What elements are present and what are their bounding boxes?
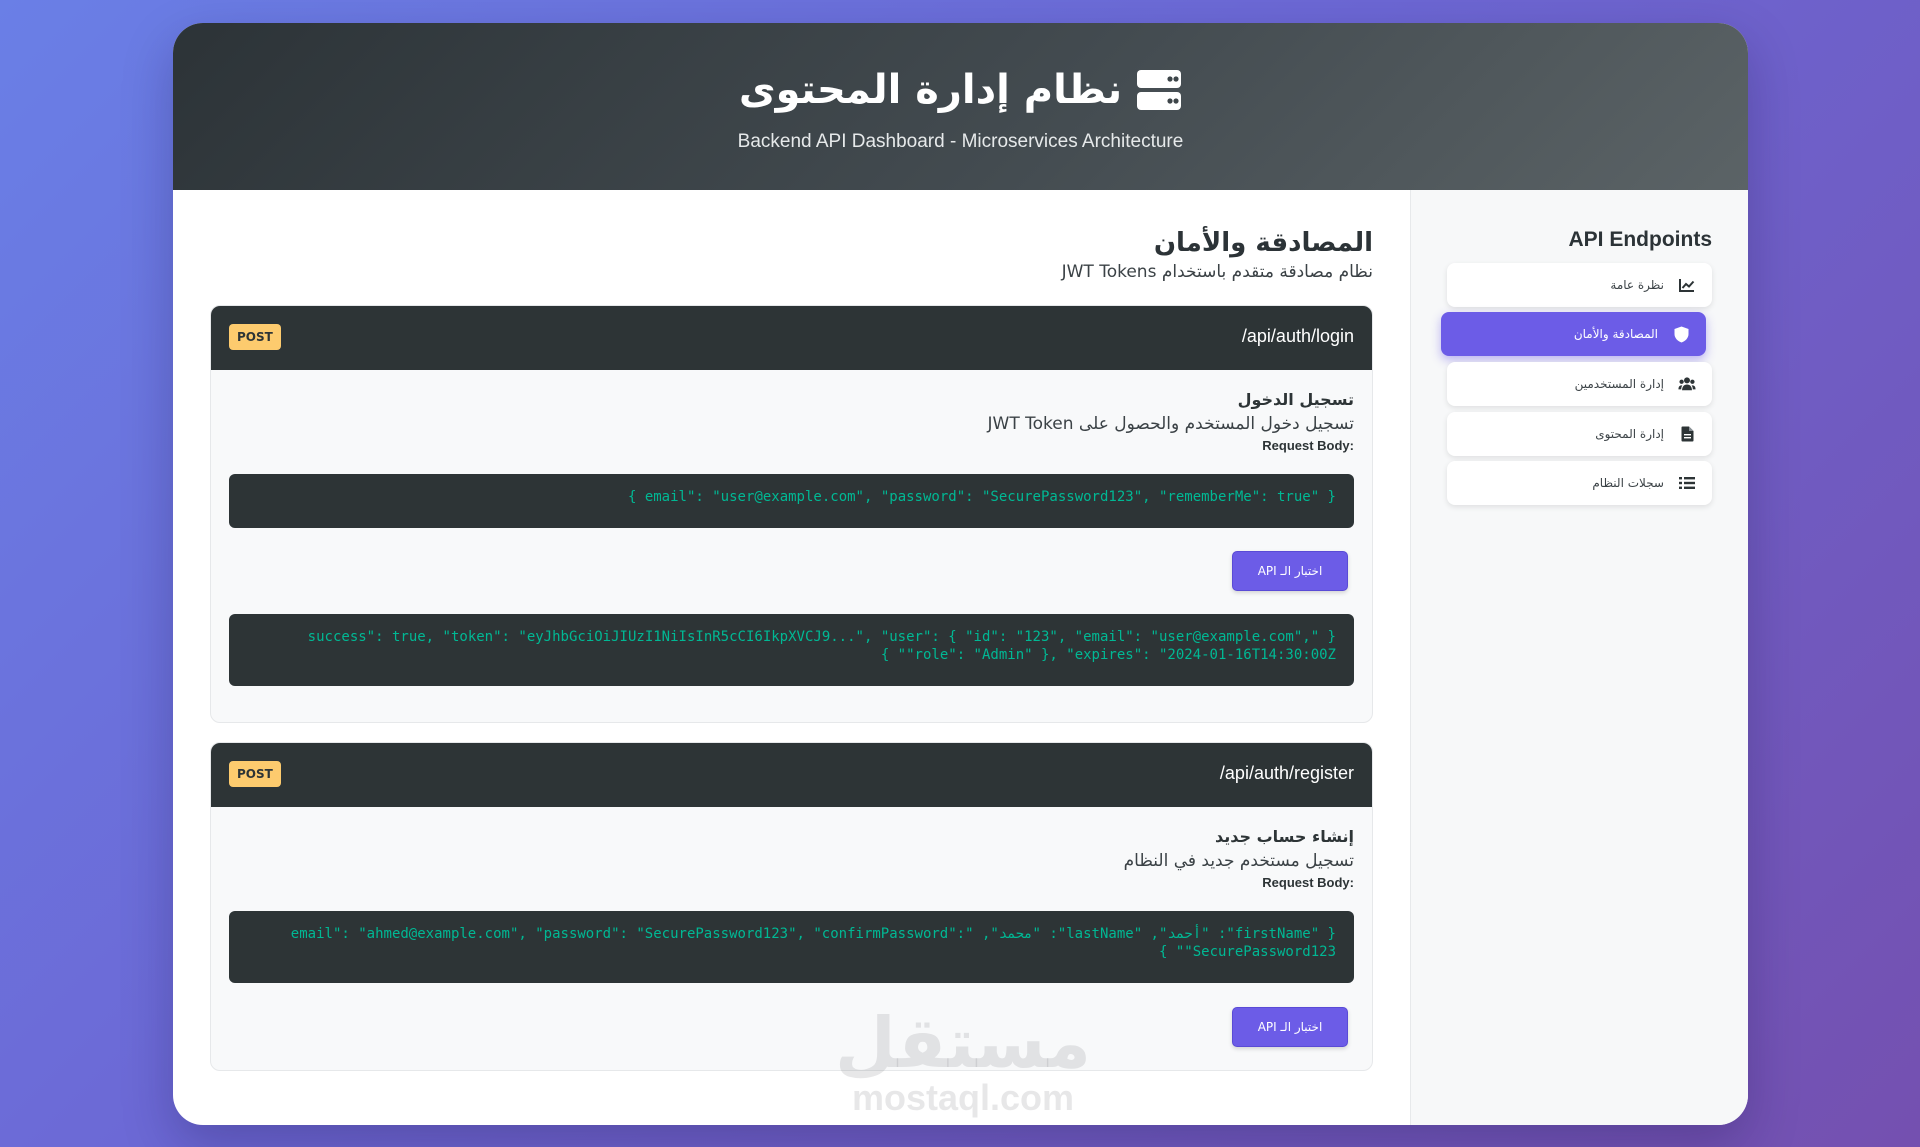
sidebar-item-content-management[interactable]: إدارة المحتوى [1447,412,1712,456]
sidebar-item-system-logs[interactable]: سجلات النظام [1447,461,1712,505]
header-title-row: نظام إدارة المحتوى [173,67,1748,113]
sidebar-item-label: نظرة عامة [1610,278,1664,292]
test-api-button[interactable]: اختبار الـ API [1232,551,1348,591]
endpoint-path: /api/auth/login [1241,326,1354,346]
main-content: المصادقة والأمان نظام مصادقة متقدم باستخ… [210,190,1373,1125]
endpoint-card-login: POST /api/auth/login تسجيل الدخول تسجيل … [210,305,1373,723]
sidebar-item-label: إدارة المحتوى [1595,427,1664,441]
endpoint-name: إنشاء حساب جديد [1214,827,1354,846]
body-area: API Endpoints نظرة عامة المصادقة والأمان… [173,190,1748,1125]
endpoint-description: تسجيل دخول المستخدم والحصول على JWT Toke… [987,414,1354,434]
sidebar-item-label: المصادقة والأمان [1573,327,1658,341]
method-badge: POST [229,761,281,787]
endpoint-path: /api/auth/register [1219,763,1354,783]
file-icon [1678,425,1696,443]
sidebar-item-user-management[interactable]: إدارة المستخدمين [1447,362,1712,406]
response-body-code: { "success": true, "token": "eyJhbGciOiJ… [229,614,1354,686]
sidebar-item-label: سجلات النظام [1592,476,1664,490]
sidebar-item-auth-security[interactable]: المصادقة والأمان [1441,312,1706,356]
shield-icon [1672,325,1690,343]
endpoint-card-register: POST /api/auth/register إنشاء حساب جديد … [210,742,1373,1071]
test-api-button[interactable]: اختبار الـ API [1232,1007,1348,1047]
endpoint-header: POST /api/auth/register [211,743,1372,807]
method-badge: POST [229,324,281,350]
request-body-label: Request Body: [1262,875,1354,890]
server-icon [1137,70,1182,110]
chart-line-icon [1678,276,1696,294]
sidebar: API Endpoints نظرة عامة المصادقة والأمان… [1410,190,1748,1125]
endpoint-name: تسجيل الدخول [1237,390,1354,409]
section-subtitle: نظام مصادقة متقدم باستخدام JWT Tokens [1061,262,1373,282]
dashboard-card: نظام إدارة المحتوى Backend API Dashboard… [173,23,1748,1125]
request-body-label: Request Body: [1262,438,1354,453]
list-icon [1678,474,1696,492]
page-title: نظام إدارة المحتوى [738,67,1123,113]
request-body-code: { "email": "user@example.com", "password… [229,474,1354,528]
page-header: نظام إدارة المحتوى Backend API Dashboard… [173,23,1748,190]
endpoint-description: تسجيل مستخدم جديد في النظام [1123,851,1354,871]
page-subtitle: Backend API Dashboard - Microservices Ar… [737,131,1184,152]
sidebar-item-overview[interactable]: نظرة عامة [1447,263,1712,307]
section-title: المصادقة والأمان [1153,228,1373,258]
sidebar-title: API Endpoints [1568,228,1713,251]
endpoint-header: POST /api/auth/login [211,306,1372,370]
request-body-code: { "firstName": "أحمد", "lastName": "محمد… [229,911,1354,983]
sidebar-item-label: إدارة المستخدمين [1574,377,1664,391]
users-icon [1678,375,1696,393]
